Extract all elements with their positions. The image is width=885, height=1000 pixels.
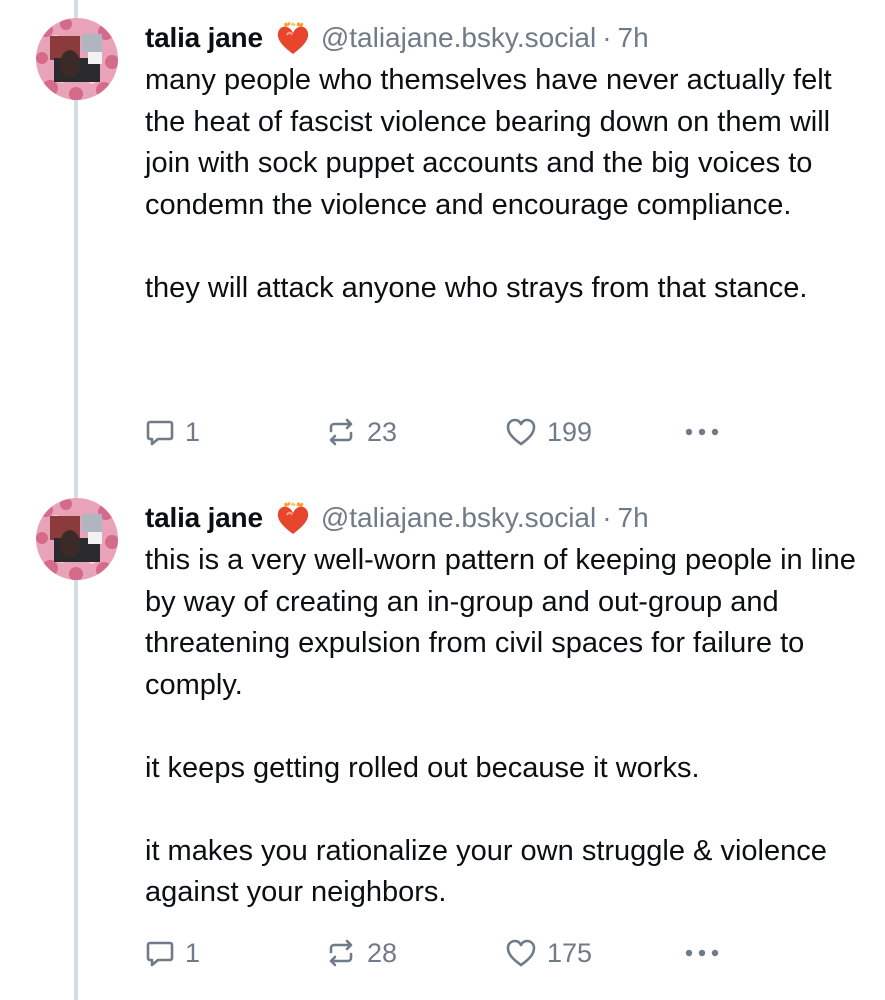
ellipsis-icon [685,944,719,962]
reply-button[interactable]: 1 [145,412,200,452]
repost-count: 23 [367,416,398,447]
post-text: many people who themselves have never ac… [145,60,865,309]
post-paragraph: this is a very well-worn pattern of keep… [145,544,856,701]
ellipsis-icon [685,423,719,441]
post-paragraph: it makes you rationalize your own strugg… [145,834,827,909]
reply-icon [145,417,175,447]
repost-icon [325,417,357,447]
post-timestamp[interactable]: 7h [618,498,649,538]
post-header: talia jane @taliajane.bsky.social · 7h [145,498,865,538]
post-actions: 1 23 199 [145,412,745,452]
heart-on-fire-icon [275,501,311,535]
heart-icon [505,938,537,968]
author-handle[interactable]: @taliajane.bsky.social [321,18,596,58]
author-display-name[interactable]: talia jane [145,498,263,538]
post-actions: 1 28 175 [145,933,745,973]
separator-dot: · [602,502,612,533]
more-options-button[interactable] [682,933,722,973]
like-count: 175 [547,937,593,968]
repost-icon [325,938,357,968]
post-text: this is a very well-worn pattern of keep… [145,540,865,914]
repost-count: 28 [367,937,398,968]
reply-icon [145,938,175,968]
like-count: 199 [547,416,593,447]
reply-button[interactable]: 1 [145,933,200,973]
more-options-button[interactable] [682,412,722,452]
like-button[interactable]: 175 [505,933,592,973]
post-header: talia jane @taliajane.bsky.social · 7h [145,18,865,58]
repost-button[interactable]: 23 [325,412,397,452]
reply-count: 1 [185,937,201,968]
post-paragraph: it keeps getting rolled out because it w… [145,751,700,784]
repost-button[interactable]: 28 [325,933,397,973]
reply-count: 1 [185,416,201,447]
post-paragraph: they will attack anyone who strays from … [145,271,808,304]
separator-dot: · [602,22,612,53]
like-button[interactable]: 199 [505,412,592,452]
avatar[interactable] [36,498,118,580]
heart-on-fire-icon [275,21,311,55]
post-paragraph: many people who themselves have never ac… [145,64,832,221]
post-timestamp[interactable]: 7h [618,18,649,58]
avatar[interactable] [36,18,118,100]
heart-icon [505,417,537,447]
author-display-name[interactable]: talia jane [145,18,263,58]
author-handle[interactable]: @taliajane.bsky.social [321,498,596,538]
